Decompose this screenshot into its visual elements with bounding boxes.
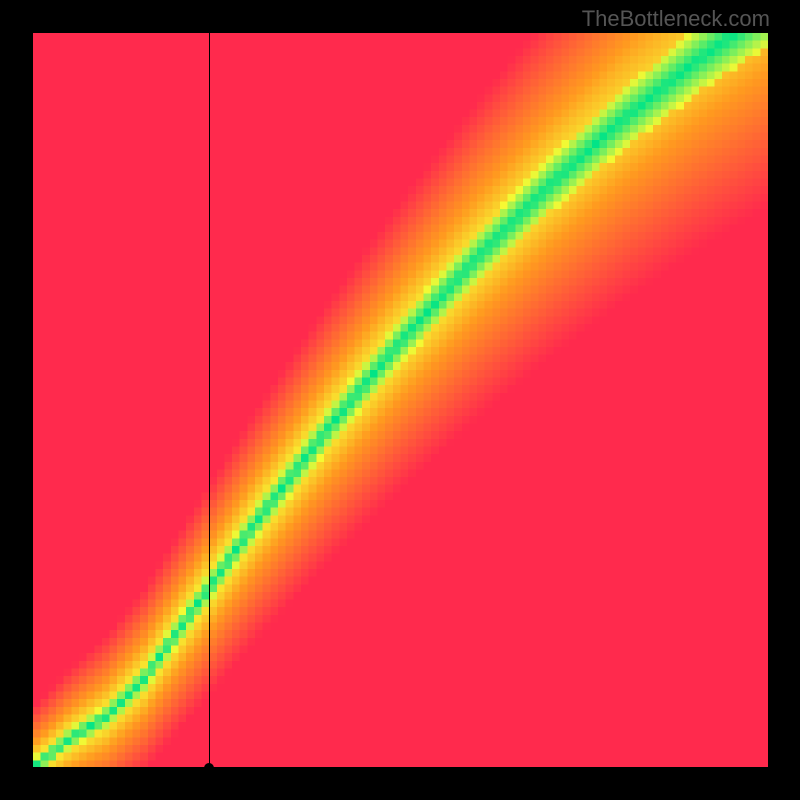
selection-marker[interactable] (204, 763, 214, 773)
crosshair-horizontal (33, 767, 768, 768)
crosshair-vertical (209, 33, 210, 768)
watermark-text: TheBottleneck.com (582, 6, 770, 32)
heatmap-canvas (33, 33, 768, 768)
heatmap-plot (33, 33, 768, 768)
